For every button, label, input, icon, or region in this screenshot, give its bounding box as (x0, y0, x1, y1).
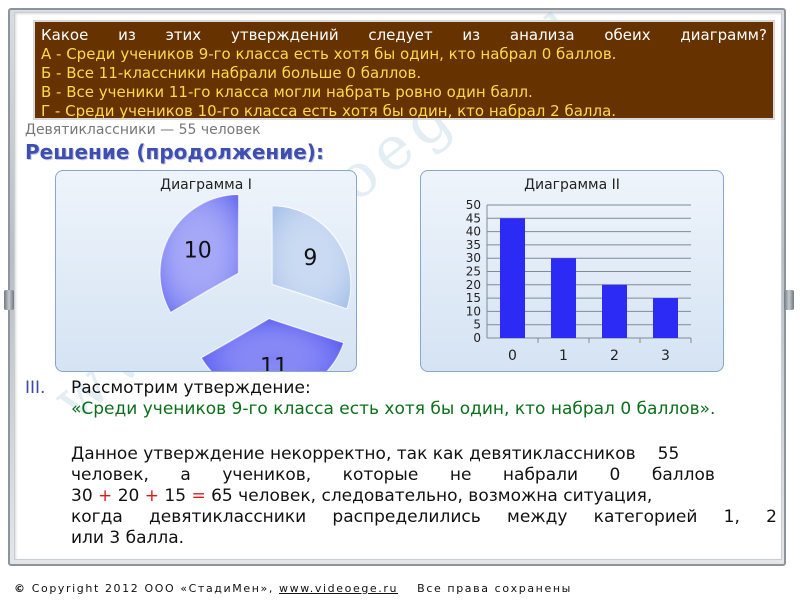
question-word-1: из (118, 26, 136, 44)
line4-word-1: девятиклассники (149, 507, 307, 527)
bar-2 (602, 284, 627, 338)
y-tick-label-30: 30 (466, 251, 481, 265)
explanation-line-2: человек, а учеников, которые не набрали 0 балло… (71, 465, 777, 486)
question-word-7: обеих (604, 26, 651, 44)
y-tick-label-15: 15 (466, 291, 481, 305)
line2-word-2: учеников, (222, 465, 312, 485)
line4-word-2: распределились (332, 507, 481, 527)
y-tick-label-40: 40 (466, 225, 481, 239)
question-word-3: утверждений (230, 26, 339, 44)
explanation-line-1-text: Данное утверждение некорректно, так как … (71, 444, 636, 464)
question-box: Какое из этих утверждений следует из анализа об… (33, 20, 775, 120)
sum-term-3: 15 (164, 486, 187, 506)
x-tick-label-2: 2 (610, 348, 619, 364)
y-tick-label-5: 5 (473, 318, 481, 332)
y-tick-label-35: 35 (466, 238, 481, 252)
question-word-5: из (462, 26, 481, 44)
ninth-grade-count: 55 (657, 444, 680, 464)
board-clip-left (4, 290, 14, 310)
x-tick-label-0: 0 (508, 348, 517, 364)
footer: © Copyright 2012 ООО «СтадиМен», www.vid… (14, 582, 572, 595)
bar-1 (551, 258, 576, 338)
plus-sign-1: + (98, 486, 113, 506)
y-tick-label-50: 50 (466, 198, 481, 212)
line4-word-5: 1, (723, 507, 740, 527)
option-a: А - Среди учеников 9-го класса есть хотя… (41, 45, 617, 63)
pie-chart: 9 11 10 (159, 194, 352, 371)
line2-word-0: человек, (71, 465, 149, 485)
bar-3 (653, 298, 678, 338)
copyright-text: Copyright 2012 ООО «СтадиМен», (31, 582, 274, 595)
option-b: Б - Все 11-классники набрали больше 0 ба… (41, 64, 422, 82)
x-tick-label-1: 1 (559, 348, 568, 364)
y-tick-label-45: 45 (466, 211, 481, 225)
bar-chart: 051015202530354045500 1 2 3 (466, 198, 692, 364)
quoted-statement: «Среди учеников 9-го класса есть хотя бы… (71, 399, 716, 419)
sum-result-text: 65 человек, следовательно, возможна ситу… (211, 486, 653, 506)
sum-term-2: 20 (117, 486, 140, 506)
question-word-0: Какое (41, 26, 89, 44)
rights-text: Все права сохранены (417, 582, 572, 595)
explanation-line-4: когда девятиклассники распределились между к… (71, 507, 777, 528)
line4-word-4: категорией (593, 507, 698, 527)
question-text: Какое из этих утверждений следует из анализа об… (41, 26, 767, 45)
copyright-symbol: © (14, 582, 27, 595)
board-clip-right (784, 290, 794, 310)
section-title: Решение (продолжение): (25, 140, 324, 164)
section-numeral: III. (25, 378, 46, 398)
explanation: Данное утверждение некорректно, так как … (71, 444, 777, 549)
bar-chart-panel: Диаграмма II 0 5 10 15 20 25 30 35 40 45 50 0 1 2 3 (420, 170, 724, 372)
line2-word-7: баллов (651, 465, 715, 485)
y-tick-label-0: 0 (473, 331, 481, 345)
question-word-4: следует (368, 26, 433, 44)
plus-sign-2: + (144, 486, 159, 506)
line2-word-6: 0 (609, 465, 621, 485)
option-c: В - Все ученики 11-го класса могли набра… (41, 83, 533, 101)
explanation-line-5: или 3 балла. (71, 528, 777, 549)
y-tick-label-20: 20 (466, 278, 481, 292)
explanation-line-5-text: или 3 балла. (71, 528, 185, 548)
pie-label-11: 11 (260, 354, 288, 371)
equals-sign: = (191, 486, 206, 506)
sum-term-1: 30 (71, 486, 93, 506)
question-word-2: этих (165, 26, 202, 44)
option-d: Г - Среди учеников 10-го класса есть хот… (41, 102, 617, 120)
question-word-6: анализа (509, 26, 575, 44)
line4-word-0: когда (71, 507, 123, 527)
bar-0 (500, 218, 525, 338)
ninth-grade-note: Девятиклассники — 55 человек (25, 122, 261, 138)
line2-word-3: которые (342, 465, 419, 485)
solution-intro: Рассмотрим утверждение: (71, 378, 311, 398)
pie-chart-panel: Диаграмма I 9 11 10 (55, 170, 357, 372)
pie-label-9: 9 (303, 246, 317, 271)
line4-word-3: между (507, 507, 568, 527)
y-tick-label-25: 25 (466, 265, 481, 279)
y-tick-label-10: 10 (466, 304, 481, 318)
question-word-8: диаграмм? (680, 26, 767, 44)
explanation-line-3: 30 + 20 + 15 = 65 человек, следовательно… (71, 486, 777, 507)
x-tick-label-3: 3 (661, 348, 670, 364)
line2-word-1: а (180, 465, 191, 485)
line2-word-4: не (449, 465, 472, 485)
line4-word-6: 2 (766, 507, 777, 527)
footer-link[interactable]: www.videoege.ru (279, 582, 398, 595)
explanation-line-1: Данное утверждение некорректно, так как … (71, 444, 777, 465)
line2-word-5: набрали (502, 465, 579, 485)
pie-label-10: 10 (184, 239, 212, 264)
